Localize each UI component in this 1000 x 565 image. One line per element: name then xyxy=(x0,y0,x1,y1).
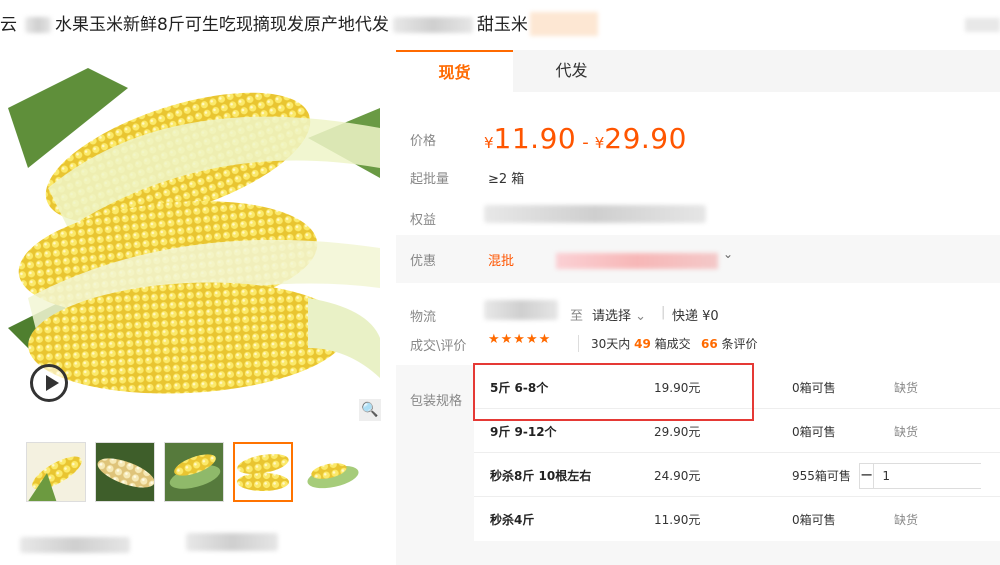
title-part-3: 甜玉米 xyxy=(476,15,528,35)
spec-price: 19.90元 xyxy=(654,381,701,395)
spec-stock: 0箱可售 xyxy=(792,425,836,439)
spec-row: 5斤 6-8个 19.90元 0箱可售 缺货 xyxy=(474,365,1000,409)
spec-name: 5斤 6-8个 xyxy=(490,381,549,395)
purchase-panel: 价格 ¥11.90- ¥29.90 起批量 ≥2 箱 权益 优惠 混批 ⌄ 物流 … xyxy=(396,92,1000,565)
spec-stock: 0箱可售 xyxy=(792,513,836,527)
tab-in-stock[interactable]: 现货 xyxy=(396,50,513,92)
logistics-separator: | xyxy=(661,305,666,320)
currency-symbol: ¥ xyxy=(594,134,605,152)
thumbnail-1[interactable] xyxy=(26,442,86,502)
spec-name: 9斤 9-12个 xyxy=(490,425,557,439)
spec-price: 24.90元 xyxy=(654,469,701,483)
title-part-1: 云 xyxy=(0,15,17,35)
promo-row: 优惠 混批 ⌄ xyxy=(396,235,1000,283)
spec-row: 9斤 9-12个 29.90元 0箱可售 缺货 xyxy=(474,409,1000,453)
spec-stock: 0箱可售 xyxy=(792,381,836,395)
currency-symbol: ¥ xyxy=(484,134,494,152)
min-order-label: 起批量 xyxy=(410,172,450,187)
promo-mixed-wholesale[interactable]: 混批 xyxy=(488,250,514,269)
title-redaction-2 xyxy=(392,17,473,33)
review-suffix: 条评价 xyxy=(721,337,758,351)
price-label: 价格 xyxy=(410,134,437,149)
top-right-redaction xyxy=(965,18,1000,32)
deal-prefix: 30天内 xyxy=(591,337,631,351)
promo-label: 优惠 xyxy=(410,254,437,269)
thumbnail-5[interactable] xyxy=(302,442,362,502)
thumbnail-strip xyxy=(26,442,362,502)
min-order-value: ≥2 箱 xyxy=(488,172,525,187)
spec-status: 缺货 xyxy=(894,513,919,527)
review-number: 66 xyxy=(701,337,718,351)
thumbnail-4-active[interactable] xyxy=(233,442,293,502)
main-product-image[interactable] xyxy=(8,48,380,422)
spec-price: 29.90元 xyxy=(654,425,701,439)
tab-dropship[interactable]: 代发 xyxy=(513,50,630,92)
price-low: 11.90 xyxy=(493,122,577,155)
promo-redacted xyxy=(556,253,718,269)
spec-list: 5斤 6-8个 19.90元 0箱可售 缺货 9斤 9-12个 29.90元 0… xyxy=(474,365,1000,541)
deal-suffix: 箱成交 xyxy=(654,337,691,351)
logistics-to: 至 xyxy=(570,309,584,324)
benefits-label: 权益 xyxy=(410,213,437,228)
spec-status: 缺货 xyxy=(894,425,919,439)
logistics-label: 物流 xyxy=(410,310,437,325)
corn-illustration xyxy=(8,48,380,422)
title-redaction-1 xyxy=(25,17,51,33)
chevron-down-icon[interactable]: ⌄ xyxy=(723,247,733,261)
zoom-icon[interactable]: 🔍 xyxy=(359,399,381,421)
title-part-2: 水果玉米新鲜8斤可生吃现摘现发原产地代发 xyxy=(55,15,389,35)
quantity-input[interactable] xyxy=(873,464,1000,488)
review-count-link[interactable]: 66 条评价 xyxy=(701,335,758,352)
spec-name: 秒杀4斤 xyxy=(490,513,535,527)
thumbnail-3[interactable] xyxy=(164,442,224,502)
price-high: 29.90 xyxy=(604,122,687,155)
shipping-fee: 快递 ¥0 xyxy=(672,309,719,324)
play-video-button[interactable] xyxy=(30,364,68,402)
spec-name: 秒杀8斤 10根左右 xyxy=(490,469,592,483)
spec-row: 秒杀8斤 10根左右 24.90元 955箱可售 − + xyxy=(474,453,1000,497)
product-title: 云 水果玉米新鲜8斤可生吃现摘现发原产地代发 甜玉米 xyxy=(0,8,528,42)
rating-stars: ★★★★★ xyxy=(488,332,552,347)
spec-status: 缺货 xyxy=(894,381,919,395)
deals-label: 成交\评价 xyxy=(410,339,467,354)
price-range: ¥11.90- ¥29.90 xyxy=(484,122,687,155)
quantity-stepper: − + xyxy=(859,463,1000,489)
spec-section: 包装规格 5斤 6-8个 19.90元 0箱可售 缺货 9斤 9-12个 29.… xyxy=(396,365,1000,565)
title-tag-redacted xyxy=(530,12,598,36)
origin-redacted xyxy=(484,300,558,320)
bottom-redaction-2 xyxy=(186,533,278,551)
spec-label: 包装规格 xyxy=(410,394,463,409)
destination-select[interactable]: 请选择 ⌄ xyxy=(592,305,646,324)
benefits-redacted xyxy=(484,205,706,223)
price-separator: - xyxy=(582,132,589,153)
spec-price: 11.90元 xyxy=(654,513,701,527)
spec-row: 秒杀4斤 11.90元 0箱可售 缺货 xyxy=(474,497,1000,541)
deal-count: 30天内 49 箱成交 xyxy=(578,335,691,352)
deal-number: 49 xyxy=(634,337,651,351)
decrement-button[interactable]: − xyxy=(860,464,873,488)
thumbnail-2[interactable] xyxy=(95,442,155,502)
chevron-down-icon: ⌄ xyxy=(635,309,647,324)
destination-select-label: 请选择 xyxy=(592,309,632,324)
purchase-tabs: 现货 代发 xyxy=(396,50,1000,92)
spec-stock: 955箱可售 xyxy=(792,469,851,483)
bottom-redaction-1 xyxy=(20,537,130,553)
